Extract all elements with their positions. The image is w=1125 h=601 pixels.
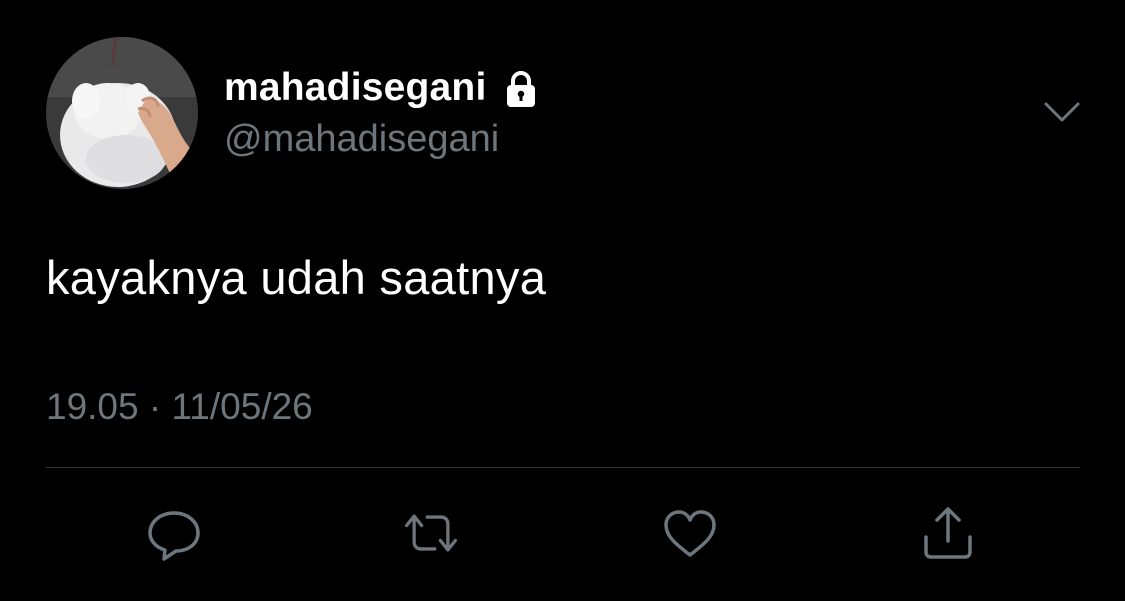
- tweet-timestamp[interactable]: 19.05 · 11/05/26: [46, 383, 313, 431]
- avatar[interactable]: [46, 37, 198, 189]
- user-handle[interactable]: @mahadisegani: [224, 116, 541, 162]
- tweet-card: mahadisegani @mahadisegani kayaknya udah…: [0, 0, 1125, 601]
- heart-icon: [664, 510, 716, 557]
- share-icon: [924, 507, 972, 559]
- lock-icon: [501, 69, 541, 109]
- comment-bubble-icon: [148, 511, 200, 561]
- user-header: mahadisegani @mahadisegani: [224, 62, 541, 162]
- name-row: mahadisegani: [224, 62, 541, 114]
- reply-button[interactable]: [144, 505, 204, 561]
- like-button[interactable]: [660, 505, 720, 561]
- display-name[interactable]: mahadisegani: [224, 62, 487, 114]
- divider: [46, 467, 1080, 468]
- tweet-text: kayaknya udah saatnya: [46, 251, 547, 304]
- share-button[interactable]: [918, 505, 978, 561]
- retweet-icon: [404, 514, 458, 552]
- chevron-down-icon[interactable]: [1042, 98, 1082, 126]
- avatar-image: [46, 37, 198, 189]
- retweet-button[interactable]: [401, 505, 461, 561]
